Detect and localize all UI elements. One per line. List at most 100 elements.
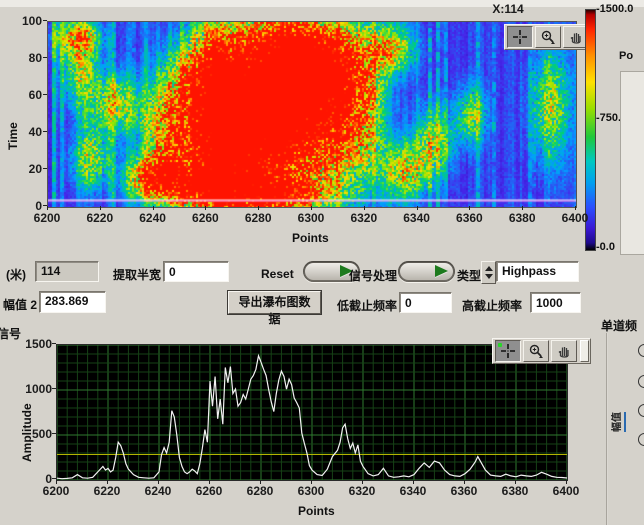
signal-x-tick-label: 6240 [142, 484, 174, 498]
waterfall-y-tick-label: 20 [10, 162, 42, 176]
amplitude2-label: 幅值 2 [3, 296, 37, 313]
signal-processing-switch[interactable] [398, 261, 455, 282]
signal-x-tick-label: 6260 [193, 484, 225, 498]
tick-mark [258, 206, 259, 210]
signal-x-tick-label: 6220 [91, 484, 123, 498]
signal-x-tick-label: 6300 [295, 484, 327, 498]
tick-mark [43, 131, 47, 132]
cursor-tool-button[interactable] [507, 26, 533, 48]
tick-mark [43, 94, 47, 95]
instrument-panel: Time X:114 Points -150 [0, 0, 644, 525]
clipped-right-title: Po [619, 50, 633, 62]
signal-x-tick-label: 6380 [499, 484, 531, 498]
tick-mark [464, 480, 465, 484]
tick-mark [52, 343, 56, 344]
waterfall-x-tick-label: 6360 [453, 211, 485, 225]
half-width-input[interactable] [163, 261, 229, 282]
waterfall-y-tick-label: 60 [10, 88, 42, 102]
waterfall-x-tick-label: 6220 [84, 211, 116, 225]
signal-y-tick-label: 1500 [14, 337, 52, 351]
clipped-right-control [638, 404, 644, 417]
tick-mark [47, 206, 48, 210]
tick-mark [566, 480, 567, 484]
waterfall-x-tick-label: 6320 [348, 211, 380, 225]
zoom-tool-button[interactable] [535, 26, 561, 48]
signal-plot-frame [56, 344, 568, 481]
waterfall-x-tick-label: 6380 [506, 211, 538, 225]
waterfall-y-tick-label: 40 [10, 125, 42, 139]
crosshair-icon [500, 343, 516, 359]
cursor-led-icon [498, 343, 502, 347]
tick-mark [364, 206, 365, 210]
low-cutoff-label: 低截止频率 [337, 297, 397, 314]
right-edge-slider[interactable] [620, 71, 644, 255]
meter-label: (米) [6, 266, 26, 283]
tick-mark [209, 480, 210, 484]
tick-mark [522, 206, 523, 210]
tick-mark [362, 480, 363, 484]
signal-x-tick-label: 6400 [550, 484, 582, 498]
signal-x-axis-label: Points [298, 504, 335, 518]
signal-x-tick-label: 6360 [448, 484, 480, 498]
tick-mark [107, 480, 108, 484]
meter-value-indicator: 114 [35, 261, 99, 282]
tick-mark [56, 480, 57, 484]
waterfall-plot-frame [47, 21, 577, 208]
type-spinner[interactable] [481, 261, 496, 284]
signal-y-tick-label: 500 [14, 427, 52, 441]
low-cutoff-input[interactable] [399, 292, 452, 313]
waterfall-x-tick-label: 6400 [559, 211, 591, 225]
tick-mark [52, 388, 56, 389]
spinner-up-icon [485, 266, 493, 271]
tick-mark [52, 433, 56, 434]
waterfall-plot[interactable] [48, 22, 576, 207]
magnifier-icon [528, 343, 544, 359]
tick-mark [311, 480, 312, 484]
waterfall-y-tick-label: 100 [10, 14, 42, 28]
tick-mark [417, 206, 418, 210]
crosshair-icon [512, 29, 528, 45]
tick-mark [43, 168, 47, 169]
tick-mark [413, 480, 414, 484]
high-cutoff-label: 高截止频率 [462, 297, 522, 314]
signal-y-tick-label: 1000 [14, 382, 52, 396]
export-waterfall-data-button[interactable]: 导出瀑布图数据 [228, 291, 321, 314]
clipped-single-channel-label: 单道频 [601, 317, 637, 334]
tick-mark [575, 206, 576, 210]
signal-processing-switch-arrow-icon [435, 265, 448, 277]
type-label: 类型 [457, 267, 481, 284]
half-width-label: 提取半宽 [113, 266, 161, 283]
signal-plot[interactable] [57, 345, 567, 480]
tick-mark [52, 478, 56, 479]
waterfall-x-tick-label: 6300 [295, 211, 327, 225]
waterfall-x-tick-label: 6200 [31, 211, 63, 225]
tick-mark [153, 206, 154, 210]
hand-icon [556, 343, 572, 359]
palette-separator [580, 340, 589, 362]
signal-x-tick-label: 6280 [244, 484, 276, 498]
pan-tool-button[interactable] [551, 340, 577, 362]
filter-type-combobox[interactable]: Highpass [496, 261, 579, 282]
tick-mark [205, 206, 206, 210]
signal-x-tick-label: 6340 [397, 484, 429, 498]
color-scale-min-label: -0.0 [596, 241, 615, 253]
high-cutoff-input[interactable] [530, 292, 581, 313]
tick-mark [515, 480, 516, 484]
clipped-right-control [638, 344, 644, 357]
hand-icon [568, 29, 584, 45]
waterfall-x-tick-label: 6340 [401, 211, 433, 225]
waterfall-x-axis-label: Points [292, 231, 329, 245]
waterfall-y-tick-label: 80 [10, 51, 42, 65]
tick-mark [100, 206, 101, 210]
signal-processing-label: 信号处理 [349, 267, 397, 284]
rotated-amplitude-label: 幅值 [608, 412, 626, 432]
waterfall-x-tick-label: 6240 [137, 211, 169, 225]
signal-x-tick-label: 6320 [346, 484, 378, 498]
cursor-tool-button[interactable] [495, 340, 521, 362]
waterfall-x-tick-label: 6280 [242, 211, 274, 225]
clipped-right-control [638, 433, 644, 446]
tick-mark [469, 206, 470, 210]
tick-mark [43, 20, 47, 21]
zoom-tool-button[interactable] [523, 340, 549, 362]
signal-x-tick-label: 6200 [40, 484, 72, 498]
